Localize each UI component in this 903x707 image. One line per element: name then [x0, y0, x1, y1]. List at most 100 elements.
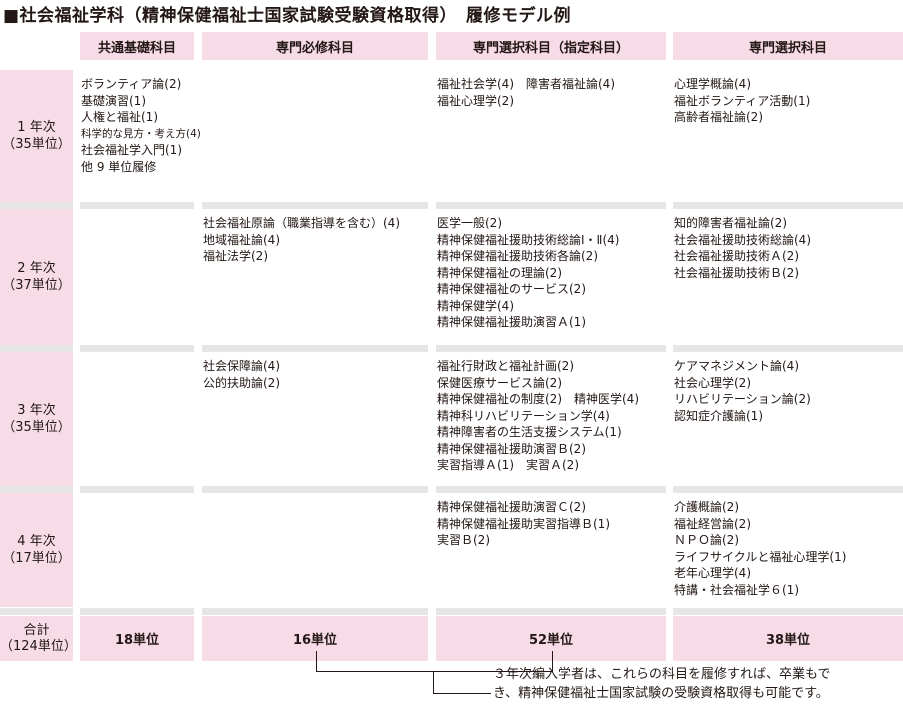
course-item: 社会保障論(4): [203, 359, 280, 373]
row-separator: [436, 345, 666, 352]
total-label-text: 合計: [23, 622, 50, 638]
row-separator: [80, 486, 194, 493]
row-separator: [80, 202, 194, 209]
year-units-text: （17単位）: [2, 551, 71, 566]
course-item: ＮＰＯ論(2): [674, 533, 739, 547]
course-item: 精神保健福祉のサービス(2): [437, 282, 586, 296]
course-cell-elective: ケアマネジメント論(4) 社会心理学(2) リハビリテーション論(2) 認知症介護論(…: [674, 358, 811, 424]
total-required: 16単位: [202, 616, 428, 661]
course-item: 他 9 単位履修: [81, 159, 157, 174]
course-item: 精神保健福祉の制度(2) 精神医学(4): [437, 392, 639, 406]
row-separator: [436, 486, 666, 493]
course-item: 実習指導Ａ(1) 実習Ａ(2): [437, 458, 579, 472]
row-separator: [80, 608, 194, 615]
course-item: 知的障害者福祉論(2): [674, 216, 787, 230]
total-elective: 38単位: [673, 616, 903, 661]
course-item: 社会福祉援助技術総論(4): [674, 232, 811, 247]
year-units-text: （35単位）: [2, 420, 71, 435]
course-item: 地域福祉論(4): [203, 232, 280, 247]
course-item: 特講・社会福祉学６(1): [674, 582, 799, 597]
transfer-note: ３年次編入学者は、これらの科目を履修すれば、卒業もで き、精神保健福祉士国家試験…: [493, 665, 830, 703]
row-separator: [673, 486, 903, 493]
year-units-text: （35単位）: [2, 137, 71, 152]
year-label: 2 年次 （37単位）: [0, 209, 73, 345]
year-label: 4 年次 （17単位）: [0, 493, 73, 607]
total-common: 18単位: [80, 616, 194, 661]
course-item: 精神保健福祉援助技術総論Ⅰ・Ⅱ(4): [437, 232, 620, 247]
course-cell-common: ボランティア論(2) 基礎演習(1) 人権と福祉(1) 科学的な見方・考え方(4) 社会…: [81, 76, 201, 175]
row-separator: [436, 608, 666, 615]
row-separator: [202, 608, 428, 615]
transfer-note-line: き、精神保健福祉士国家試験の受験資格取得も可能です。: [493, 686, 829, 701]
total-units-text: （124単位）: [0, 638, 77, 654]
course-item: 社会心理学(2): [674, 375, 751, 390]
course-item: 社会福祉原論（職業指導を含む）(4): [203, 216, 400, 230]
course-item: 公的扶助論(2): [203, 375, 280, 390]
course-item: 精神保健福祉援助演習Ｂ(2): [437, 441, 586, 456]
year-label-text: 2 年次: [17, 261, 56, 276]
connector-left: [316, 651, 317, 672]
course-item: 心理学概論(4): [674, 77, 751, 91]
year-label: 3 年次 （35単位）: [0, 352, 73, 486]
course-item: 福祉心理学(2): [437, 93, 514, 108]
year-label-text: 4 年次: [17, 534, 56, 549]
row-separator: [673, 608, 903, 615]
row-separator: [673, 345, 903, 352]
course-item: 実習Ｂ(2): [437, 533, 490, 547]
row-separator: [202, 345, 428, 352]
course-item: 科学的な見方・考え方(4): [81, 127, 201, 140]
course-item: 介護概論(2): [674, 500, 739, 514]
course-item: 福祉行財政と福祉計画(2): [437, 359, 574, 373]
course-item: 精神保健福祉援助演習Ａ(1): [437, 315, 586, 329]
course-item: 精神保健福祉援助演習Ｃ(2): [437, 500, 586, 514]
total-label: 合計 （124単位）: [0, 616, 77, 661]
course-item: 社会福祉援助技術Ａ(2): [674, 249, 799, 263]
course-item: 福祉社会学(4) 障害者福祉論(4): [437, 77, 615, 91]
course-item: 精神保健福祉援助技術各論(2): [437, 249, 598, 263]
course-item: 精神保健学(4): [437, 298, 514, 313]
course-item: ボランティア論(2): [81, 77, 182, 91]
row-separator: [0, 608, 73, 615]
course-cell-elective: 介護概論(2) 福祉経営論(2) ＮＰＯ論(2) ライフサイクルと福祉心理学(1) 老年…: [674, 499, 846, 598]
course-item: 基礎演習(1): [81, 93, 146, 108]
row-separator: [202, 486, 428, 493]
course-item: 人権と福祉(1): [81, 110, 158, 124]
course-item: 福祉法学(2): [203, 249, 268, 263]
course-item: 保健医療サービス論(2): [437, 375, 562, 390]
course-item: 福祉ボランティア活動(1): [674, 93, 811, 108]
course-item: ケアマネジメント論(4): [674, 359, 799, 373]
course-item: 精神科リハビリテーション学(4): [437, 408, 610, 423]
course-item: 福祉経営論(2): [674, 516, 751, 531]
column-header-designated: 専門選択科目（指定科目）: [436, 32, 666, 60]
row-separator: [80, 345, 194, 352]
course-item: 精神保健福祉援助実習指導Ｂ(1): [437, 516, 610, 531]
course-item: 精神障害者の生活支援システム(1): [437, 425, 622, 439]
row-separator: [202, 202, 428, 209]
course-item: 社会福祉学入門(1): [81, 143, 182, 157]
column-header-common: 共通基礎科目: [80, 32, 194, 60]
course-cell-designated: 福祉行財政と福祉計画(2) 保健医療サービス論(2) 精神保健福祉の制度(2) 精神…: [437, 358, 639, 474]
year-label: 1 年次 （35単位）: [0, 70, 73, 202]
course-cell-elective: 知的障害者福祉論(2) 社会福祉援助技術総論(4) 社会福祉援助技術Ａ(2) 社会福祉…: [674, 215, 811, 281]
course-item: ライフサイクルと福祉心理学(1): [674, 549, 847, 564]
course-cell-required: 社会保障論(4) 公的扶助論(2): [203, 358, 280, 391]
course-item: 社会福祉援助技術Ｂ(2): [674, 265, 799, 280]
course-cell-designated: 医学一般(2) 精神保健福祉援助技術総論Ⅰ・Ⅱ(4) 精神保健福祉援助技術各論(2)…: [437, 215, 619, 331]
total-designated: 52単位: [436, 616, 666, 661]
column-header-elective: 専門選択科目: [673, 32, 903, 60]
row-separator: [436, 202, 666, 209]
connector-note: [433, 693, 491, 694]
row-separator: [0, 345, 73, 352]
course-cell-required: 社会福祉原論（職業指導を含む）(4) 地域福祉論(4) 福祉法学(2): [203, 215, 400, 265]
course-item: 高齢者福祉論(2): [674, 110, 763, 124]
course-cell-designated: 精神保健福祉援助演習Ｃ(2) 精神保健福祉援助実習指導Ｂ(1) 実習Ｂ(2): [437, 499, 610, 549]
course-item: リハビリテーション論(2): [674, 392, 811, 406]
row-separator: [673, 202, 903, 209]
year-label-text: 3 年次: [17, 403, 56, 418]
year-units-text: （37単位）: [2, 278, 71, 293]
row-separator: [0, 486, 73, 493]
course-item: 認知症介護論(1): [674, 408, 763, 423]
transfer-note-line: ３年次編入学者は、これらの科目を履修すれば、卒業もで: [493, 667, 831, 682]
connector-down: [433, 671, 434, 694]
course-cell-elective: 心理学概論(4) 福祉ボランティア活動(1) 高齢者福祉論(2): [674, 76, 810, 126]
